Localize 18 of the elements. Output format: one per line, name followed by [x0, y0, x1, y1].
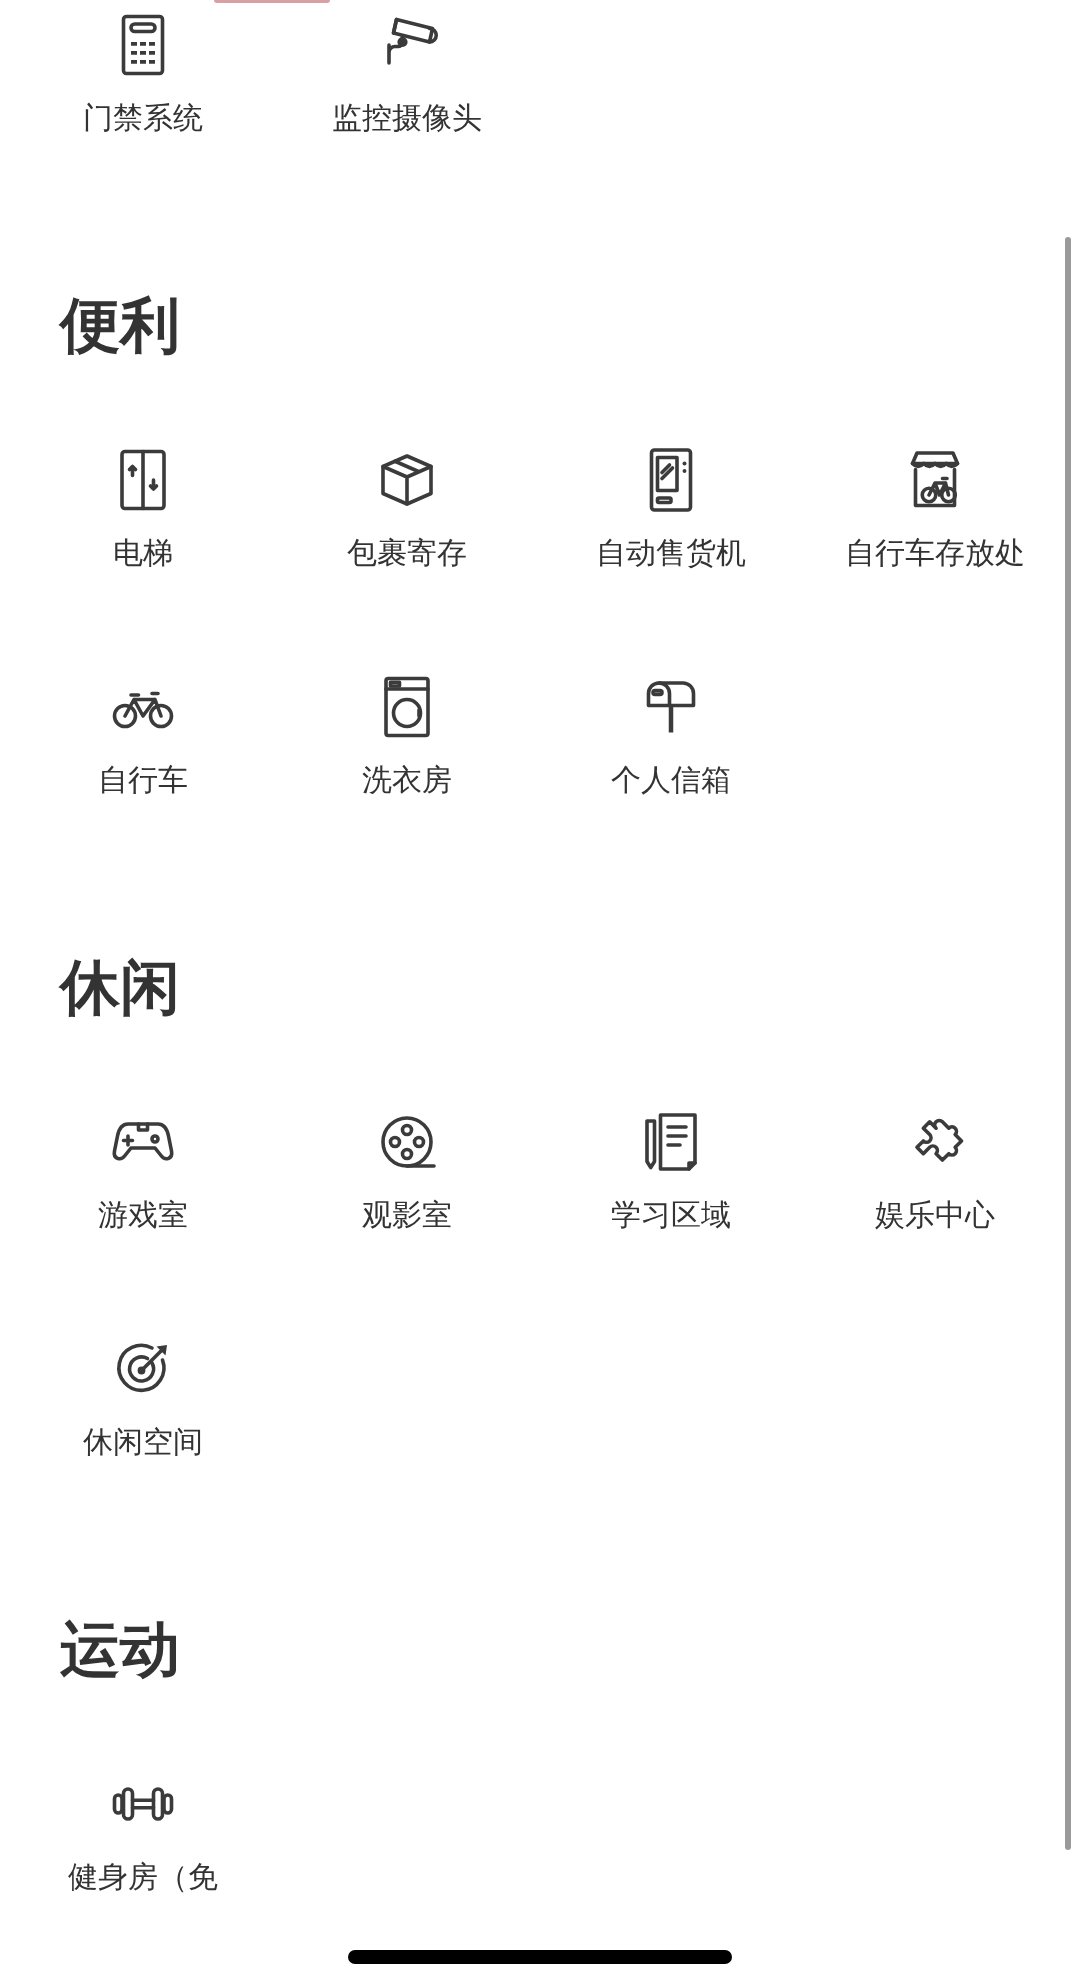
facility-label[interactable]: 洗衣房: [362, 760, 452, 800]
facility-label[interactable]: 电梯: [113, 533, 173, 573]
facility-label[interactable]: 健身房（免: [68, 1857, 218, 1897]
section-heading: 运动: [60, 1613, 181, 1685]
section-heading: 休闲: [60, 951, 181, 1023]
facility-label[interactable]: 观影室: [362, 1195, 452, 1235]
facility-label[interactable]: 学习区域: [611, 1195, 731, 1235]
facility-label[interactable]: 游戏室: [98, 1195, 188, 1235]
facility-label[interactable]: 门禁系统: [83, 98, 203, 138]
facility-label[interactable]: 娱乐中心: [875, 1195, 995, 1235]
facility-label[interactable]: 监控摄像头: [332, 98, 482, 138]
facility-label[interactable]: 包裹寄存: [347, 533, 467, 573]
section-heading: 便利: [60, 289, 181, 361]
facility-label[interactable]: 自行车: [98, 760, 188, 800]
facility-label[interactable]: 自动售货机: [596, 533, 746, 573]
facility-label[interactable]: 休闲空间: [83, 1422, 203, 1462]
facility-label[interactable]: 个人信箱: [611, 760, 731, 800]
facility-label[interactable]: 自行车存放处: [845, 533, 1025, 573]
